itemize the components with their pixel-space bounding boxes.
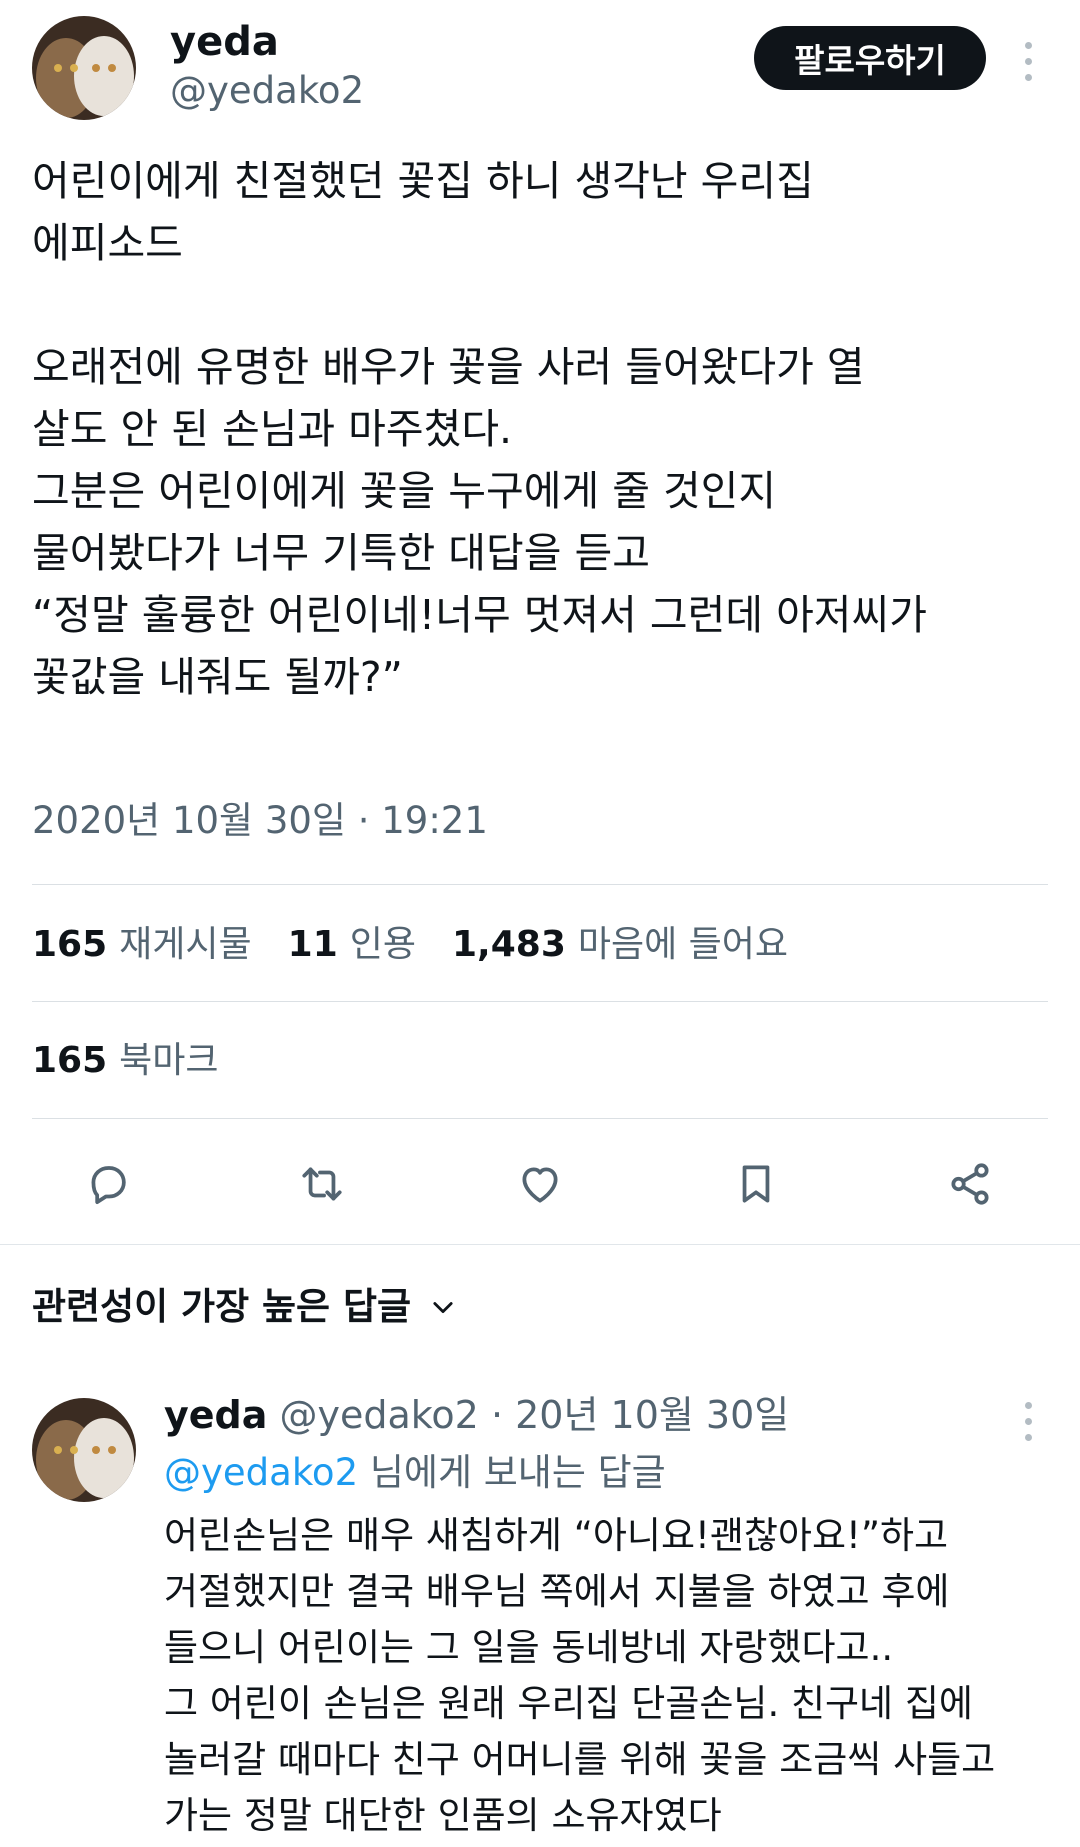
bookmark-count: 165 <box>32 1040 108 1081</box>
reply-to-suffix: 님에게 보내는 답글 <box>369 1451 666 1494</box>
replies-sort-dropdown[interactable]: 관련성이 가장 높은 답글 <box>32 1282 457 1332</box>
replying-to: @yedako2 님에게 보내는 답글 <box>164 1448 666 1498</box>
retweet-label[interactable]: 재게시물 <box>119 920 251 970</box>
tweet-line: 에피소드 <box>32 219 183 267</box>
more-options-icon[interactable] <box>1016 42 1040 81</box>
reply-date[interactable]: 20년 10월 30일 <box>515 1393 789 1437</box>
quote-count[interactable]: 11 <box>288 920 338 970</box>
tweet-timestamp[interactable]: 2020년 10월 30일 · 19:21 <box>32 798 488 844</box>
reply-author-name[interactable]: yeda <box>164 1393 267 1437</box>
replies-sort-label: 관련성이 가장 높은 답글 <box>32 1285 412 1328</box>
bookmark-label: 북마크 <box>119 1040 219 1081</box>
reply-author-handle[interactable]: @yedako2 <box>279 1393 478 1437</box>
reply-author-avatar[interactable] <box>32 1398 136 1502</box>
tweet-text: 어린이에게 친절했던 꽃집 하니 생각난 우리집 에피소드 오래전에 유명한 배… <box>32 150 1052 708</box>
follow-button[interactable]: 팔로우하기 <box>754 26 986 90</box>
reply-line: 놀러갈 때마다 친구 어머니를 위해 꽃을 조금씩 사들고 <box>164 1738 996 1781</box>
tweet-line: 그분은 어린이에게 꽃을 누구에게 줄 것인지 <box>32 467 777 515</box>
reply-text: 어린손님은 매우 새침하게 “아니요!괜찮아요!”하고 거절했지만 결국 배우님… <box>164 1508 1044 1844</box>
author-avatar[interactable] <box>32 16 136 120</box>
reply-to-mention[interactable]: @yedako2 <box>164 1451 358 1494</box>
reply-line: 그 어린이 손님은 원래 우리집 단골손님. 친구네 집에 <box>164 1682 973 1725</box>
tweet-line: “정말 훌륭한 어린이네!너무 멋져서 그런데 아저씨가 <box>32 591 927 639</box>
reply-separator: · <box>490 1393 504 1437</box>
divider <box>32 1118 1048 1119</box>
like-count[interactable]: 1,483 <box>452 920 566 970</box>
divider <box>32 884 1048 885</box>
like-icon[interactable] <box>510 1154 570 1214</box>
bookmark-stats: 165 북마크 <box>32 1036 255 1086</box>
reply-line: 가는 정말 대단한 인품의 소유자였다 <box>164 1794 722 1837</box>
share-icon[interactable] <box>940 1154 1000 1214</box>
retweet-count[interactable]: 165 <box>32 920 107 970</box>
tweet-line: 살도 안 된 손님과 마주쳤다. <box>32 405 513 453</box>
tweet-line: 어린이에게 친절했던 꽃집 하니 생각난 우리집 <box>32 157 814 205</box>
tweet-line: 꽃값을 내줘도 될까?” <box>32 653 403 701</box>
author-display-name[interactable]: yeda <box>170 18 279 66</box>
tweet-line: 오래전에 유명한 배우가 꽃을 사러 들어왔다가 열 <box>32 343 865 391</box>
reply-icon[interactable] <box>78 1154 138 1214</box>
section-divider <box>0 1244 1080 1245</box>
quote-label[interactable]: 인용 <box>350 920 416 970</box>
retweet-icon[interactable] <box>292 1154 352 1214</box>
tweet-line: 물어봤다가 너무 기특한 대답을 듣고 <box>32 529 650 577</box>
reply-line: 거절했지만 결국 배우님 쪽에서 지불을 하였고 후에 <box>164 1570 950 1613</box>
reply-more-options-icon[interactable] <box>1016 1402 1040 1441</box>
reply-header: yeda @yedako2 · 20년 10월 30일 <box>164 1390 789 1440</box>
tweet-line <box>32 274 1052 336</box>
chevron-down-icon <box>433 1302 453 1314</box>
bookmark-icon[interactable] <box>726 1154 786 1214</box>
reply-line: 들으니 어린이는 그 일을 동네방네 자랑했다고.. <box>164 1626 894 1669</box>
engagement-stats: 165 재게시물 11 인용 1,483 마음에 들어요 <box>32 920 824 970</box>
reply-line: 어린손님은 매우 새침하게 “아니요!괜찮아요!”하고 <box>164 1514 949 1557</box>
divider <box>32 1001 1048 1002</box>
like-label[interactable]: 마음에 들어요 <box>578 920 788 970</box>
author-handle[interactable]: @yedako2 <box>170 68 364 114</box>
